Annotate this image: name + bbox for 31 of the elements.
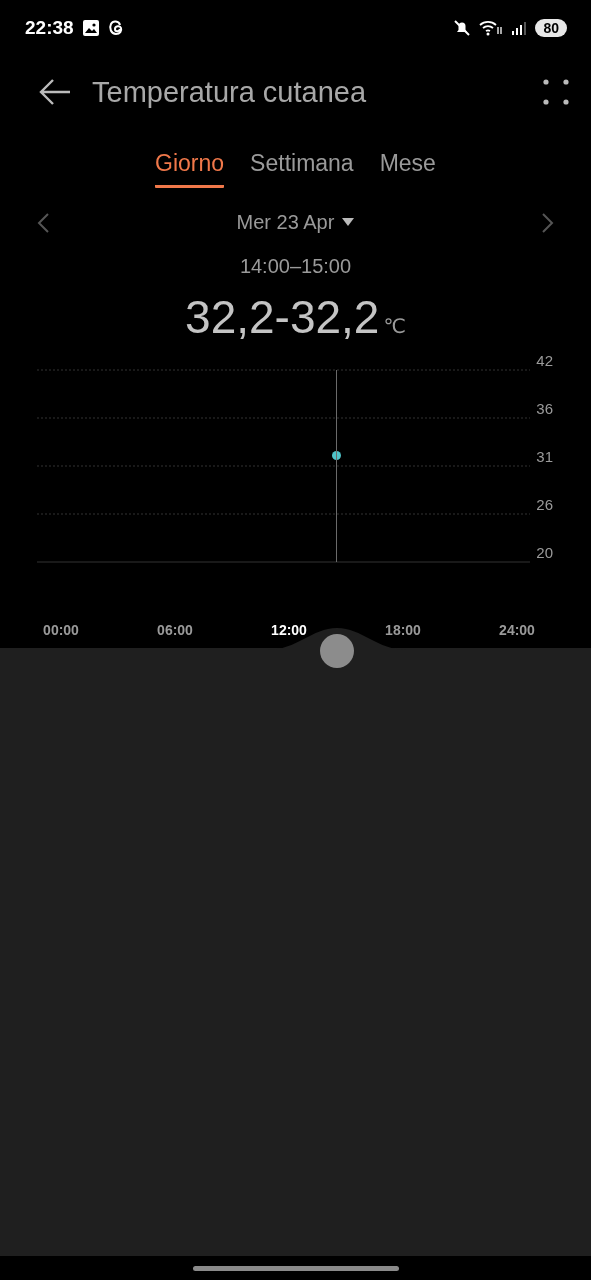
- date-selector[interactable]: Mer 23 Apr: [230, 210, 361, 235]
- image-icon: [81, 19, 100, 37]
- y-axis-label: 42: [536, 352, 553, 369]
- battery-level: 80: [535, 19, 567, 37]
- signal-icon: [511, 20, 528, 36]
- temperature-unit: ℃: [383, 314, 406, 338]
- status-time: 22:38: [25, 17, 74, 39]
- x-axis-label: 00:00: [43, 622, 79, 638]
- y-axis-label: 26: [536, 496, 553, 513]
- wifi-icon: [479, 19, 504, 37]
- caret-icon: [342, 218, 355, 227]
- temperature-value: 32,2-32,2: [185, 290, 380, 344]
- y-axis-label: 20: [536, 544, 553, 561]
- period-tab[interactable]: Giorno: [155, 146, 225, 188]
- period-tab[interactable]: Mese: [379, 146, 436, 188]
- x-axis-label: 12:00: [271, 622, 307, 638]
- previous-button[interactable]: [36, 211, 50, 234]
- y-axis-label: 36: [536, 400, 553, 417]
- page-title: Temperatura cutanea: [92, 75, 368, 109]
- y-axis-label: 31: [536, 448, 553, 465]
- data-point: [332, 451, 341, 461]
- x-axis-label: 18:00: [385, 622, 421, 638]
- time-range: 14:00–15:00: [238, 255, 353, 278]
- period-tab[interactable]: Settimana: [250, 146, 354, 188]
- more-options-button[interactable]: [543, 79, 569, 105]
- x-axis-label: 24:00: [499, 622, 535, 638]
- x-axis-label: 06:00: [157, 622, 193, 638]
- muted-bell-icon: [453, 19, 472, 37]
- at-sign-icon: [107, 19, 124, 37]
- next-button[interactable]: [541, 211, 555, 234]
- back-button[interactable]: [38, 78, 72, 106]
